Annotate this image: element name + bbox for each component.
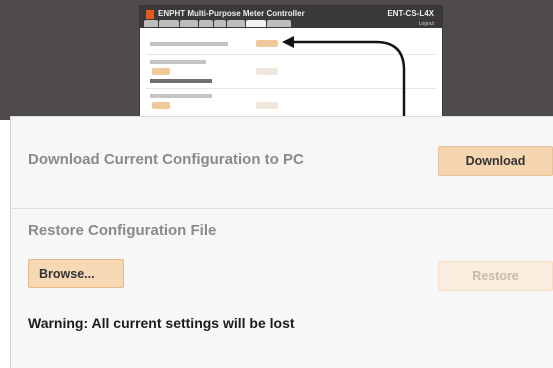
- thumbnail-warning: [150, 79, 212, 83]
- thumbnail-divider: [146, 88, 436, 89]
- thumbnail-button: [152, 102, 170, 109]
- warning-message: Warning: All current settings will be lo…: [28, 315, 295, 331]
- thumbnail-header: ENPHT Multi-Purpose Meter Controller ENT…: [140, 6, 442, 28]
- thumbnail-row-download: [150, 42, 228, 46]
- thumbnail-divider: [146, 54, 436, 55]
- thumbnail-model: ENT-CS-L4X: [387, 9, 434, 18]
- thumbnail-row-restore: [150, 60, 206, 64]
- thumbnail-tab: [159, 20, 179, 27]
- thumbnail-restore-button: [256, 68, 278, 75]
- thumbnail-browse-button: [152, 68, 170, 75]
- restore-label: Restore Configuration File: [28, 222, 217, 239]
- thumbnail-tab: [144, 20, 158, 27]
- download-label: Download Current Configuration to PC: [28, 151, 304, 168]
- thumbnail-tab: [199, 20, 213, 27]
- brand-logo-icon: [146, 10, 154, 19]
- browse-button[interactable]: Browse...: [28, 259, 124, 288]
- thumbnail-button: [256, 102, 278, 109]
- thumbnail-row-factory: [150, 94, 212, 98]
- thumbnail-logout: Logout: [418, 21, 434, 27]
- thumbnail-tab-active: [246, 20, 266, 27]
- restore-button[interactable]: Restore: [438, 261, 553, 291]
- thumbnail-tabs: [144, 20, 291, 28]
- thumbnail-tab: [180, 20, 198, 27]
- download-button[interactable]: Download: [438, 146, 553, 176]
- thumbnail-title: ENPHT Multi-Purpose Meter Controller: [158, 9, 305, 18]
- thumbnail-tab: [267, 20, 291, 27]
- thumbnail-tab: [214, 20, 226, 27]
- download-section: Download Current Configuration to PC Dow…: [11, 117, 553, 208]
- thumbnail-download-button: [256, 40, 278, 47]
- backup-restore-panel: Download Current Configuration to PC Dow…: [10, 116, 553, 368]
- ui-thumbnail: ENPHT Multi-Purpose Meter Controller ENT…: [140, 6, 442, 120]
- thumbnail-tab: [227, 20, 245, 27]
